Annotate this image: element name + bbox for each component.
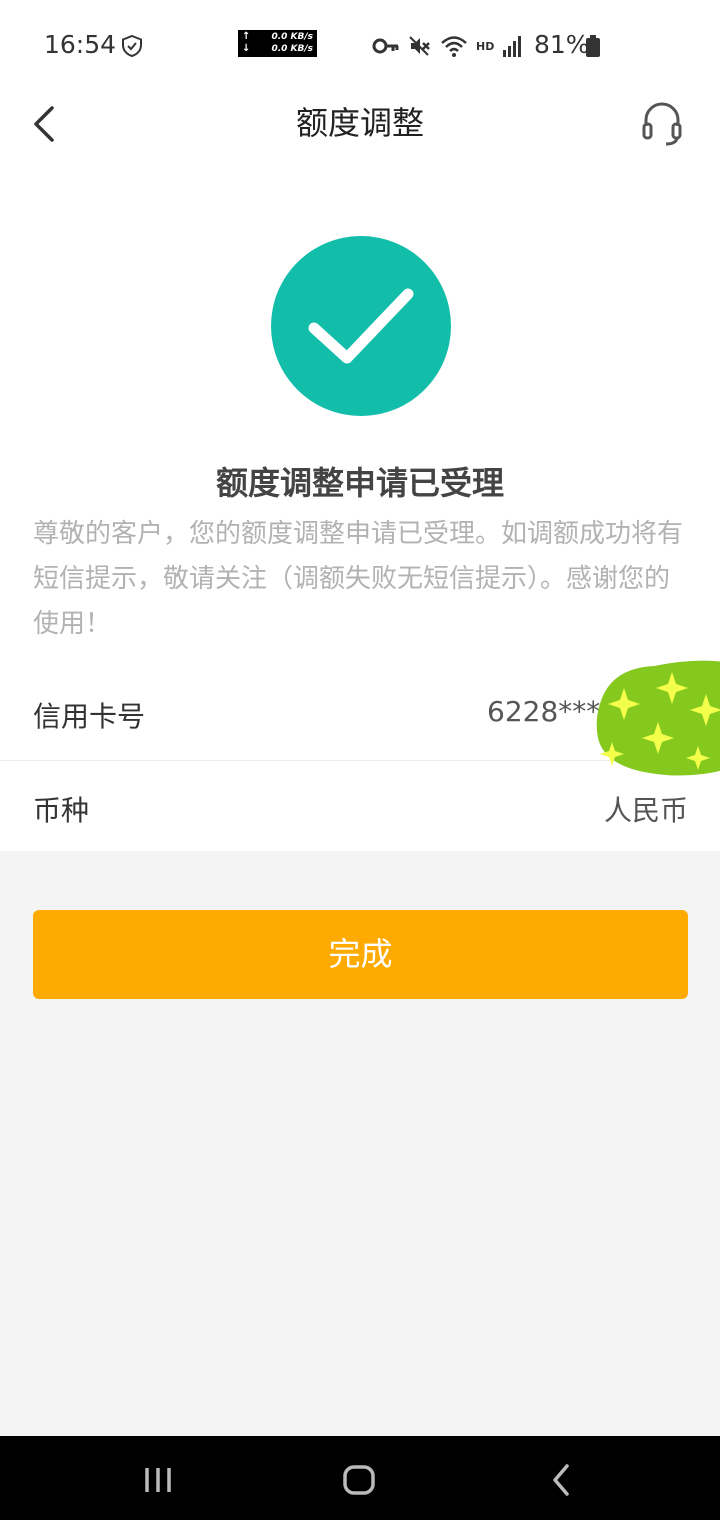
- currency-label: 币种: [33, 794, 90, 827]
- network-type: HD: [476, 39, 495, 53]
- currency-value: 人民币: [603, 794, 688, 827]
- system-back-button[interactable]: [537, 1456, 585, 1504]
- redaction-sticker: [596, 660, 720, 776]
- home-icon: [343, 1465, 375, 1495]
- card-number-label: 信用卡号: [33, 700, 146, 733]
- battery-percent: 81%: [534, 30, 590, 59]
- system-nav-bar: [0, 1436, 720, 1520]
- shield-icon: [122, 34, 142, 58]
- wifi-icon: [441, 36, 467, 57]
- nav-bar: 额度调整: [0, 90, 720, 162]
- signal-icon: [503, 36, 522, 57]
- status-bar: 16:54 ↑ ↓ 0.0 KB/s 0.0 KB/s HD 81%: [0, 0, 720, 90]
- recents-button[interactable]: [134, 1456, 182, 1504]
- network-speed-indicator: ↑ ↓ 0.0 KB/s 0.0 KB/s: [238, 30, 317, 57]
- success-badge: [271, 236, 451, 416]
- mute-icon: [409, 36, 430, 56]
- status-time: 16:54: [44, 30, 117, 59]
- checkmark-icon: [308, 288, 414, 364]
- key-icon: [372, 38, 399, 54]
- result-panel: 额度调整申请已受理 尊敬的客户，您的额度调整申请已受理。如调额成功将有短信提示，…: [0, 162, 720, 667]
- result-description: 尊敬的客户，您的额度调整申请已受理。如调额成功将有短信提示，敬请关注（调额失败无…: [33, 519, 684, 639]
- screen: 16:54 ↑ ↓ 0.0 KB/s 0.0 KB/s HD 81% 额度调整 …: [0, 0, 720, 1520]
- card-number-value: 6228***: [487, 695, 601, 728]
- home-button[interactable]: [335, 1456, 383, 1504]
- status-icons: HD: [372, 32, 522, 60]
- result-title: 额度调整申请已受理: [215, 464, 504, 502]
- headset-icon: [642, 102, 682, 146]
- back-icon: [553, 1464, 569, 1496]
- customer-service-button[interactable]: [636, 96, 688, 152]
- page-title: 额度调整: [295, 104, 424, 142]
- net-down-speed: 0.0 KB/s: [271, 44, 313, 54]
- battery-icon: [586, 35, 600, 57]
- recents-icon: [145, 1468, 171, 1492]
- net-up-speed: 0.0 KB/s: [271, 32, 313, 42]
- done-button[interactable]: 完成: [33, 910, 688, 999]
